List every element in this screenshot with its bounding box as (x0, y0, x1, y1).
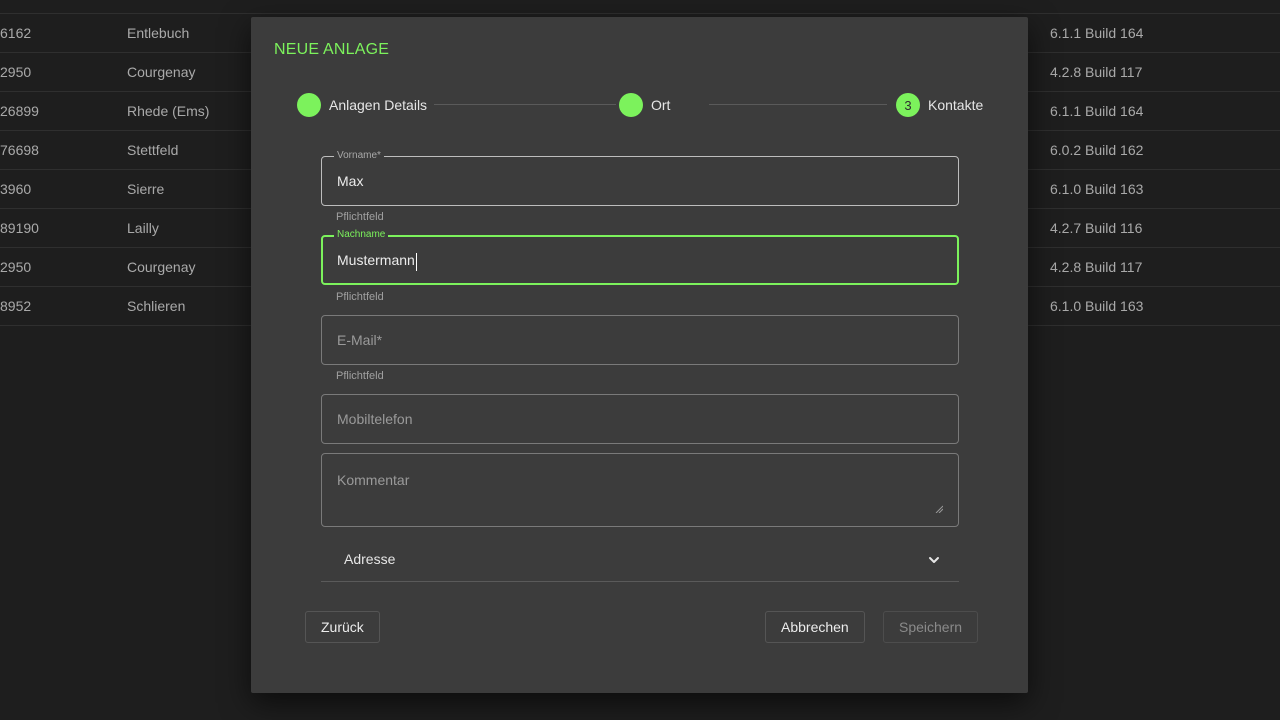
mobiltelefon-input[interactable] (337, 395, 943, 443)
nachname-input[interactable] (337, 237, 942, 283)
kommentar-field[interactable] (321, 453, 959, 527)
vorname-input[interactable] (337, 157, 943, 205)
step-ort[interactable]: Ort (619, 93, 670, 117)
adresse-accordion-label: Adresse (344, 551, 396, 567)
cancel-button[interactable]: Abbrechen (765, 611, 865, 643)
step-label: Kontakte (928, 97, 984, 113)
step-number: 3 (896, 93, 920, 117)
mobiltelefon-field[interactable] (321, 394, 959, 444)
vorname-hint: Pflichtfeld (336, 211, 384, 223)
stepper-connector (709, 104, 887, 105)
kommentar-textarea[interactable] (337, 471, 943, 521)
new-installation-dialog: NEUE ANLAGE Anlagen Details Ort 3 Kontak… (251, 17, 1028, 693)
nachname-hint: Pflichtfeld (336, 291, 384, 303)
step-kontakte[interactable]: 3 Kontakte (896, 93, 983, 117)
resize-grip-icon[interactable] (935, 505, 943, 513)
stepper-connector (434, 104, 616, 105)
email-field[interactable] (321, 315, 959, 365)
text-caret (416, 253, 417, 271)
vorname-field[interactable]: Vorname* (321, 149, 959, 206)
email-hint: Pflichtfeld (336, 370, 384, 382)
dialog-title: NEUE ANLAGE (274, 41, 390, 58)
email-input[interactable] (337, 316, 943, 364)
step-anlagen-details[interactable]: Anlagen Details (297, 93, 427, 117)
back-button[interactable]: Zurück (305, 611, 380, 643)
step-complete-icon (297, 93, 321, 117)
adresse-accordion[interactable]: Adresse (321, 537, 959, 582)
nachname-field[interactable]: Nachname (321, 228, 959, 285)
chevron-down-icon[interactable] (927, 553, 941, 567)
step-complete-icon (619, 93, 643, 117)
step-label: Ort (651, 97, 671, 113)
step-label: Anlagen Details (329, 97, 428, 113)
save-button[interactable]: Speichern (883, 611, 979, 643)
